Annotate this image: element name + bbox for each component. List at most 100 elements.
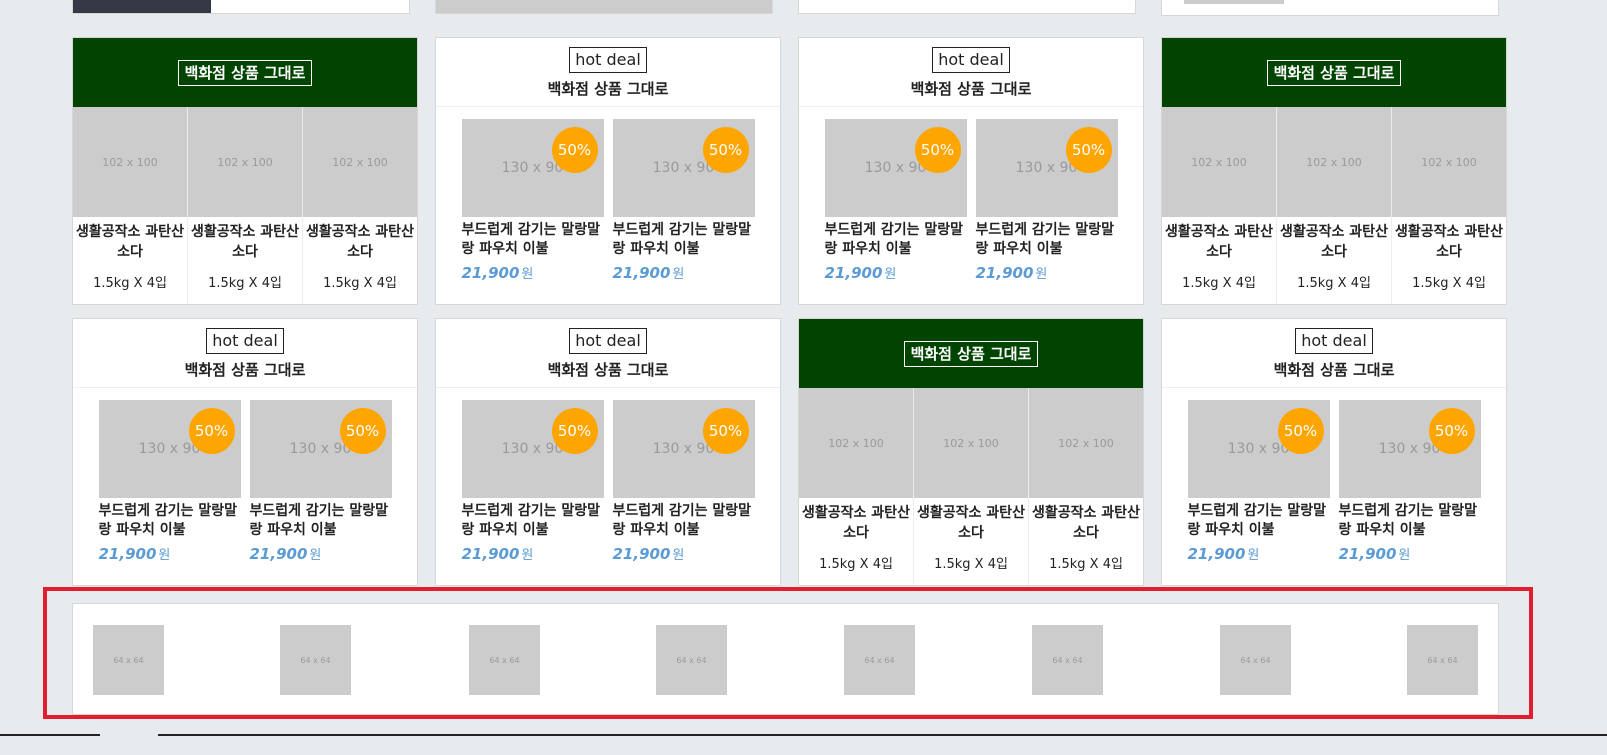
deal-item[interactable]: 130 x 90 50% 부드럽게 감기는 말랑말랑 파우치 이불 21,900 원 [824,119,967,282]
deal-image-placeholder: 130 x 90 50% [249,400,392,498]
hot-deal-label: hot deal [1295,328,1373,354]
brand-icon-placeholder[interactable]: 64 x 64 [469,625,540,695]
deal-name: 부드럽게 감기는 말랑말랑 파우치 이불 [249,503,389,538]
deal-item[interactable]: 130 x 90 50% 부드럽게 감기는 말랑말랑 파우치 이불 21,900 원 [975,119,1118,282]
product-row: 102 x 100 생활공작소 과탄산소다 1.5kg X 4입 102 x 100… [1162,107,1506,304]
deal-price: 21,900 [249,545,308,563]
product-item[interactable]: 102 x 100 생활공작소 과탄산소다 1.5kg X 4입 [1392,107,1506,304]
deal-item[interactable]: 130 x 90 50% 부드럽게 감기는 말랑말랑 파우치 이불 21,900 원 [612,119,755,282]
department-label: 백화점 상품 그대로 [1266,59,1402,86]
product-spec: 1.5kg X 4입 [93,276,167,291]
product-name: 생활공작소 과탄산소다 [1032,505,1140,541]
discount-badge: 50% [1065,127,1112,173]
deal-price: 21,900 [461,264,520,282]
product-item[interactable]: 102 x 100 생활공작소 과탄산소다 1.5kg X 4입 [799,388,914,585]
product-card-green[interactable]: 백화점 상품 그대로 102 x 100 생활공작소 과탄산소다 1.5kg X 4… [72,37,418,305]
card-header: 백화점 상품 그대로 [1162,38,1506,107]
deal-image-placeholder: 130 x 90 50% [975,119,1118,217]
card-header: hot deal 백화점 상품 그대로 [73,319,417,388]
product-card-hot-deal[interactable]: hot deal 백화점 상품 그대로 130 x 90 50% 부드럽게 감기는 … [798,37,1144,305]
discount-badge: 50% [702,408,749,454]
product-name: 생활공작소 과탄산소다 [191,224,299,260]
product-item[interactable]: 102 x 100 생활공작소 과탄산소다 1.5kg X 4입 [188,107,303,304]
card-header: hot deal 백화점 상품 그대로 [436,319,780,388]
deal-price: 21,900 [461,545,520,563]
card-header: hot deal 백화점 상품 그대로 [799,38,1143,107]
deal-item[interactable]: 130 x 90 50% 부드럽게 감기는 말랑말랑 파우치 이불 21,900 원 [98,400,241,563]
deal-item[interactable]: 130 x 90 50% 부드럽게 감기는 말랑말랑 파우치 이불 21,900 원 [1338,400,1481,563]
deal-item[interactable]: 130 x 90 50% 부드럽게 감기는 말랑말랑 파우치 이불 21,900 원 [612,400,755,563]
product-item[interactable]: 102 x 100 생활공작소 과탄산소다 1.5kg X 4입 [914,388,1029,585]
discount-badge: 50% [339,408,386,454]
deal-item[interactable]: 130 x 90 50% 부드럽게 감기는 말랑말랑 파우치 이불 21,900 원 [461,400,604,563]
brand-icon-placeholder[interactable]: 64 x 64 [93,625,164,695]
deal-price: 21,900 [98,545,157,563]
deal-price: 21,900 [1338,545,1397,563]
currency-unit: 원 [672,548,685,563]
deal-image-placeholder: 130 x 90 50% [612,400,755,498]
product-item[interactable]: 102 x 100 생활공작소 과탄산소다 1.5kg X 4입 [1277,107,1392,304]
hot-deal-label: hot deal [569,328,647,354]
department-label: 백화점 상품 그대로 [1273,361,1395,379]
top-dark-bar [73,0,211,13]
brand-icon-placeholder[interactable]: 64 x 64 [1407,625,1478,695]
brand-icon-placeholder[interactable]: 64 x 64 [1220,625,1291,695]
product-spec: 1.5kg X 4입 [323,276,397,291]
deal-price-row: 21,900 원 [976,263,1118,282]
deal-price-row: 21,900 원 [1188,544,1330,563]
hot-deal-label: hot deal [569,47,647,73]
discount-badge: 50% [1277,408,1324,454]
product-card-green[interactable]: 백화점 상품 그대로 102 x 100 생활공작소 과탄산소다 1.5kg X 4… [798,318,1144,586]
discount-badge: 50% [914,127,961,173]
discount-badge: 50% [551,127,598,173]
product-name: 생활공작소 과탄산소다 [1280,224,1388,260]
product-spec: 1.5kg X 4입 [1049,557,1123,572]
product-item[interactable]: 102 x 100 생활공작소 과탄산소다 1.5kg X 4입 [1162,107,1277,304]
product-card-green[interactable]: 백화점 상품 그대로 102 x 100 생활공작소 과탄산소다 1.5kg X 4… [1161,37,1507,305]
product-card-hot-deal[interactable]: hot deal 백화점 상품 그대로 130 x 90 50% 부드럽게 감기는 … [72,318,418,586]
deal-price-row: 21,900 원 [613,263,755,282]
brand-icon-placeholder[interactable]: 64 x 64 [1032,625,1103,695]
top-card-partial-3 [798,0,1136,14]
deal-item[interactable]: 130 x 90 50% 부드럽게 감기는 말랑말랑 파우치 이불 21,900 원 [461,119,604,282]
deal-price-row: 21,900 원 [99,544,241,563]
deal-name: 부드럽게 감기는 말랑말랑 파우치 이불 [461,503,601,538]
product-item[interactable]: 102 x 100 생활공작소 과탄산소다 1.5kg X 4입 [73,107,188,304]
product-spec: 1.5kg X 4입 [1297,276,1371,291]
product-spec: 1.5kg X 4입 [819,557,893,572]
deal-name: 부드럽게 감기는 말랑말랑 파우치 이불 [975,222,1115,257]
department-label: 백화점 상품 그대로 [547,80,669,98]
product-card-hot-deal[interactable]: hot deal 백화점 상품 그대로 130 x 90 50% 부드럽게 감기는 … [435,37,781,305]
currency-unit: 원 [521,548,534,563]
deal-name: 부드럽게 감기는 말랑말랑 파우치 이불 [461,222,601,257]
deal-image-placeholder: 130 x 90 50% [1338,400,1481,498]
product-item[interactable]: 102 x 100 생활공작소 과탄산소다 1.5kg X 4입 [303,107,417,304]
card-header: hot deal 백화점 상품 그대로 [1162,319,1506,388]
currency-unit: 원 [1247,548,1260,563]
discount-badge: 50% [551,408,598,454]
brand-icon-placeholder[interactable]: 64 x 64 [280,625,351,695]
product-spec: 1.5kg X 4입 [1412,276,1486,291]
product-image-placeholder: 102 x 100 [799,388,913,498]
top-card-partial-1 [72,0,410,14]
deal-name: 부드럽게 감기는 말랑말랑 파우치 이불 [1338,503,1478,538]
product-item[interactable]: 102 x 100 생활공작소 과탄산소다 1.5kg X 4입 [1029,388,1143,585]
currency-unit: 원 [1035,267,1048,282]
department-label: 백화점 상품 그대로 [903,340,1039,367]
brand-icon-placeholder[interactable]: 64 x 64 [844,625,915,695]
brand-icon-placeholder[interactable]: 64 x 64 [656,625,727,695]
deal-row: 130 x 90 50% 부드럽게 감기는 말랑말랑 파우치 이불 21,900 원 1… [73,388,417,563]
product-row: 102 x 100 생활공작소 과탄산소다 1.5kg X 4입 102 x 100… [799,388,1143,585]
deal-name: 부드럽게 감기는 말랑말랑 파우치 이불 [824,222,964,257]
footer-divider [0,734,1607,736]
deal-item[interactable]: 130 x 90 50% 부드럽게 감기는 말랑말랑 파우치 이불 21,900 원 [1187,400,1330,563]
deal-price-row: 21,900 원 [825,263,967,282]
deal-price: 21,900 [1187,545,1246,563]
product-card-hot-deal[interactable]: hot deal 백화점 상품 그대로 130 x 90 50% 부드럽게 감기는 … [435,318,781,586]
product-card-hot-deal[interactable]: hot deal 백화점 상품 그대로 130 x 90 50% 부드럽게 감기는 … [1161,318,1507,586]
deal-item[interactable]: 130 x 90 50% 부드럽게 감기는 말랑말랑 파우치 이불 21,900 원 [249,400,392,563]
department-label: 백화점 상품 그대로 [910,80,1032,98]
deal-price-row: 21,900 원 [613,544,755,563]
deal-price-row: 21,900 원 [462,544,604,563]
department-label: 백화점 상품 그대로 [184,361,306,379]
